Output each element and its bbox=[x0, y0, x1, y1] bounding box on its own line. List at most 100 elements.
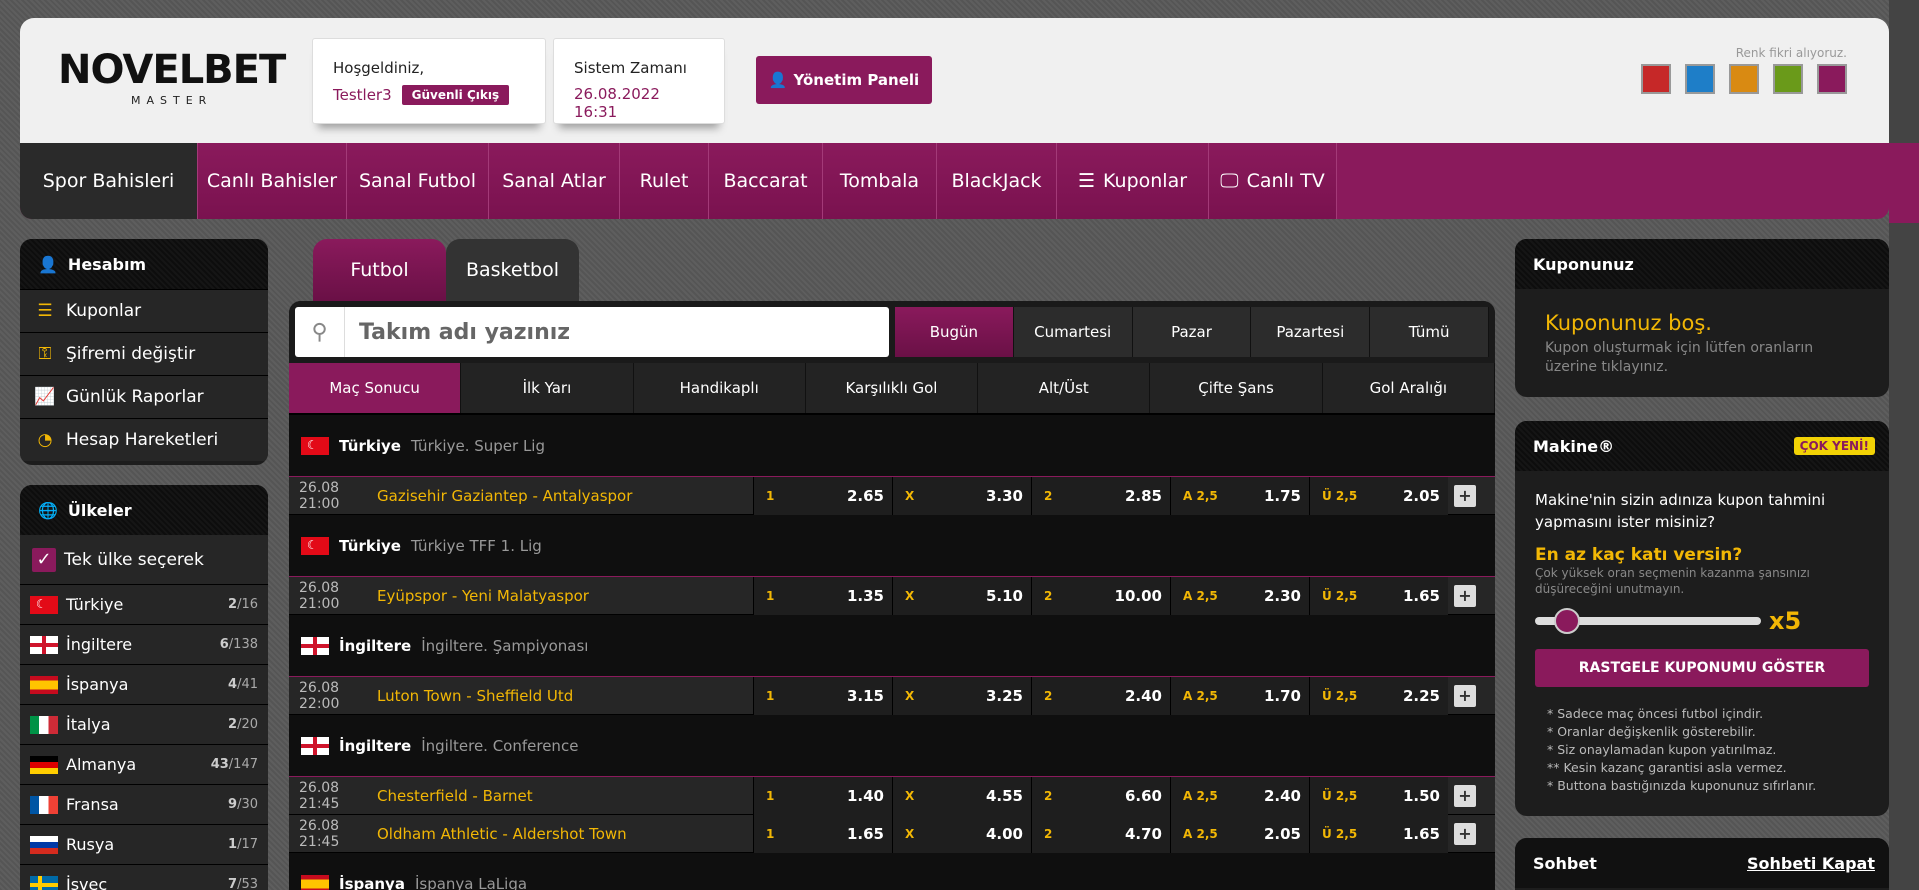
odd-cell[interactable]: A 2,5 2.05 bbox=[1170, 814, 1309, 853]
slider-handle[interactable] bbox=[1553, 608, 1580, 634]
more-odds-plus-icon[interactable]: + bbox=[1454, 684, 1476, 707]
admin-panel-button[interactable]: 👤 Yönetim Paneli bbox=[756, 56, 932, 104]
country-item-isvec[interactable]: İsveç 7/53 bbox=[20, 865, 268, 890]
color-swatch[interactable] bbox=[1641, 64, 1671, 94]
tab-market-gol-araligi[interactable]: Gol Aralığı bbox=[1322, 363, 1495, 413]
odd-cell[interactable]: A 2,5 2.30 bbox=[1170, 576, 1309, 615]
nav-kuponlar[interactable]: ☰ Kuponlar bbox=[1057, 143, 1209, 219]
match-teams[interactable]: Chesterfield - Barnet bbox=[377, 787, 753, 805]
odd-cell[interactable]: X 3.25 bbox=[892, 676, 1031, 715]
tab-market-mac-sonucu[interactable]: Maç Sonucu bbox=[289, 363, 462, 413]
team-search-input[interactable] bbox=[345, 319, 865, 345]
odd-cell[interactable]: 1 1.35 bbox=[753, 576, 892, 615]
country-total-count: /138 bbox=[228, 637, 258, 652]
color-swatch[interactable] bbox=[1773, 64, 1803, 94]
more-odds-plus-icon[interactable]: + bbox=[1454, 584, 1476, 607]
odd-cell[interactable]: X 5.10 bbox=[892, 576, 1031, 615]
odd-cell[interactable]: Ü 2,5 1.50 bbox=[1309, 776, 1448, 815]
odd-cell[interactable]: 2 4.70 bbox=[1031, 814, 1170, 853]
odd-cell[interactable]: 1 1.40 bbox=[753, 776, 892, 815]
tab-market-karsilikli-gol[interactable]: Karşılıklı Gol bbox=[805, 363, 979, 413]
country-count: 2/20 bbox=[228, 717, 258, 732]
odd-cell[interactable]: Ü 2,5 2.05 bbox=[1309, 476, 1448, 515]
sidebar-item-account-transactions[interactable]: ◔ Hesap Hareketleri bbox=[20, 418, 268, 461]
odd-cell[interactable]: 1 2.65 bbox=[753, 476, 892, 515]
odd-cell[interactable]: 2 2.40 bbox=[1031, 676, 1170, 715]
color-swatch[interactable] bbox=[1729, 64, 1759, 94]
odd-cell[interactable]: Ü 2,5 1.65 bbox=[1309, 576, 1448, 615]
tab-market-alt-ust[interactable]: Alt/Üst bbox=[978, 363, 1151, 413]
tab-basketball[interactable]: Basketbol bbox=[446, 239, 579, 301]
nav-canli-tv[interactable]: 🖵 Canlı TV bbox=[1209, 143, 1337, 219]
odd-cell[interactable]: X 4.55 bbox=[892, 776, 1031, 815]
odd-cell[interactable]: Ü 2,5 2.25 bbox=[1309, 676, 1448, 715]
tab-market-ilk-yari[interactable]: İlk Yarı bbox=[461, 363, 634, 413]
tab-day-bugun[interactable]: Bugün bbox=[895, 307, 1014, 357]
odd-cell[interactable]: 2 2.85 bbox=[1031, 476, 1170, 515]
odd-cell[interactable]: A 2,5 2.40 bbox=[1170, 776, 1309, 815]
nav-sanal-futbol[interactable]: Sanal Futbol bbox=[347, 143, 489, 219]
nav-baccarat[interactable]: Baccarat bbox=[709, 143, 823, 219]
match-teams[interactable]: Gazisehir Gaziantep - Antalyaspor bbox=[377, 487, 753, 505]
flag-ingiltere-icon bbox=[301, 636, 329, 655]
tab-day-tumu[interactable]: Tümü bbox=[1370, 307, 1489, 357]
tab-market-handikapli[interactable]: Handikaplı bbox=[633, 363, 806, 413]
sidebar-item-coupons[interactable]: ☰ Kuponlar bbox=[20, 289, 268, 332]
tab-day-pazartesi[interactable]: Pazartesi bbox=[1251, 307, 1371, 357]
tab-day-cumartesi[interactable]: Cumartesi bbox=[1013, 307, 1133, 357]
checkbox-checked-icon[interactable]: ✓ bbox=[32, 547, 56, 572]
nav-blackjack[interactable]: BlackJack bbox=[937, 143, 1057, 219]
country-item-almanya[interactable]: Almanya 43/147 bbox=[20, 745, 268, 785]
odd-value: 4.55 bbox=[985, 786, 1023, 805]
country-item-ispanya[interactable]: İspanya 4/41 bbox=[20, 665, 268, 705]
odd-cell[interactable]: Ü 2,5 1.65 bbox=[1309, 814, 1448, 853]
nav-tombala[interactable]: Tombala bbox=[823, 143, 937, 219]
single-country-toggle[interactable]: ✓ Tek ülke seçerek bbox=[20, 535, 268, 585]
color-swatch[interactable] bbox=[1817, 64, 1847, 94]
odd-value: 2.30 bbox=[1263, 586, 1301, 605]
country-item-fransa[interactable]: Fransa 9/30 bbox=[20, 785, 268, 825]
random-coupon-button[interactable]: RASTGELE KUPONUMU GÖSTER bbox=[1535, 649, 1869, 687]
tab-football[interactable]: Futbol bbox=[313, 239, 446, 301]
sidebar-item-change-password[interactable]: ⚿ Şifremi değiştir bbox=[20, 332, 268, 375]
country-item-turkiye[interactable]: ☾ Türkiye 2/16 bbox=[20, 585, 268, 625]
globe-icon: 🌐 bbox=[38, 500, 58, 520]
match-teams[interactable]: Luton Town - Sheffield Utd bbox=[377, 687, 753, 705]
more-odds-plus-icon[interactable]: + bbox=[1454, 784, 1476, 807]
match-row: 26.08 21:45 Chesterfield - Barnet 1 1.40 X 4.… bbox=[289, 776, 1495, 815]
tab-day-pazar[interactable]: Pazar bbox=[1132, 307, 1252, 357]
odd-cell[interactable]: A 2,5 1.75 bbox=[1170, 476, 1309, 515]
nav-spor-bahisleri[interactable]: Spor Bahisleri bbox=[20, 143, 198, 219]
country-item-rusya[interactable]: Rusya 1/17 bbox=[20, 825, 268, 865]
match-teams[interactable]: Eyüpspor - Yeni Malatyaspor bbox=[377, 587, 753, 605]
odd-cell[interactable]: 1 3.15 bbox=[753, 676, 892, 715]
nav-canli-bahisler[interactable]: Canlı Bahisler bbox=[198, 143, 347, 219]
match-time: 26.08 22:00 bbox=[299, 679, 340, 712]
odd-cell[interactable]: X 4.00 bbox=[892, 814, 1031, 853]
nav-rulet[interactable]: Rulet bbox=[620, 143, 709, 219]
color-swatch[interactable] bbox=[1685, 64, 1715, 94]
match-teams[interactable]: Oldham Athletic - Aldershot Town bbox=[377, 825, 753, 843]
odd-key: X bbox=[905, 488, 915, 503]
tab-market-cifte-sans[interactable]: Çifte Şans bbox=[1150, 363, 1323, 413]
list-check-icon: ☰ bbox=[37, 301, 53, 321]
country-item-italya[interactable]: İtalya 2/20 bbox=[20, 705, 268, 745]
odd-cell[interactable]: 1 1.65 bbox=[753, 814, 892, 853]
odd-cell[interactable]: 2 10.00 bbox=[1031, 576, 1170, 615]
sidebar-item-daily-reports[interactable]: 📈 Günlük Raporlar bbox=[20, 375, 268, 418]
nav-sanal-atlar[interactable]: Sanal Atlar bbox=[489, 143, 620, 219]
country-total-count: /41 bbox=[237, 677, 258, 692]
odd-cell[interactable]: A 2,5 1.70 bbox=[1170, 676, 1309, 715]
logo[interactable]: NOVELBET MASTER bbox=[58, 50, 286, 107]
odd-cell[interactable]: X 3.30 bbox=[892, 476, 1031, 515]
more-odds-plus-icon[interactable]: + bbox=[1454, 484, 1476, 507]
country-item-ingiltere[interactable]: İngiltere 6/138 bbox=[20, 625, 268, 665]
logout-button[interactable]: Güvenli Çıkış bbox=[401, 85, 510, 105]
more-odds-plus-icon[interactable]: + bbox=[1454, 822, 1476, 845]
odd-value: 1.65 bbox=[1402, 824, 1440, 843]
multiplier-slider[interactable] bbox=[1535, 608, 1761, 634]
close-chat-link[interactable]: Sohbeti Kapat bbox=[1747, 854, 1875, 873]
odd-cell[interactable]: 2 6.60 bbox=[1031, 776, 1170, 815]
match-row: 26.08 21:00 Gazisehir Gaziantep - Antalya… bbox=[289, 476, 1495, 515]
country-active-count: 43 bbox=[210, 757, 229, 772]
